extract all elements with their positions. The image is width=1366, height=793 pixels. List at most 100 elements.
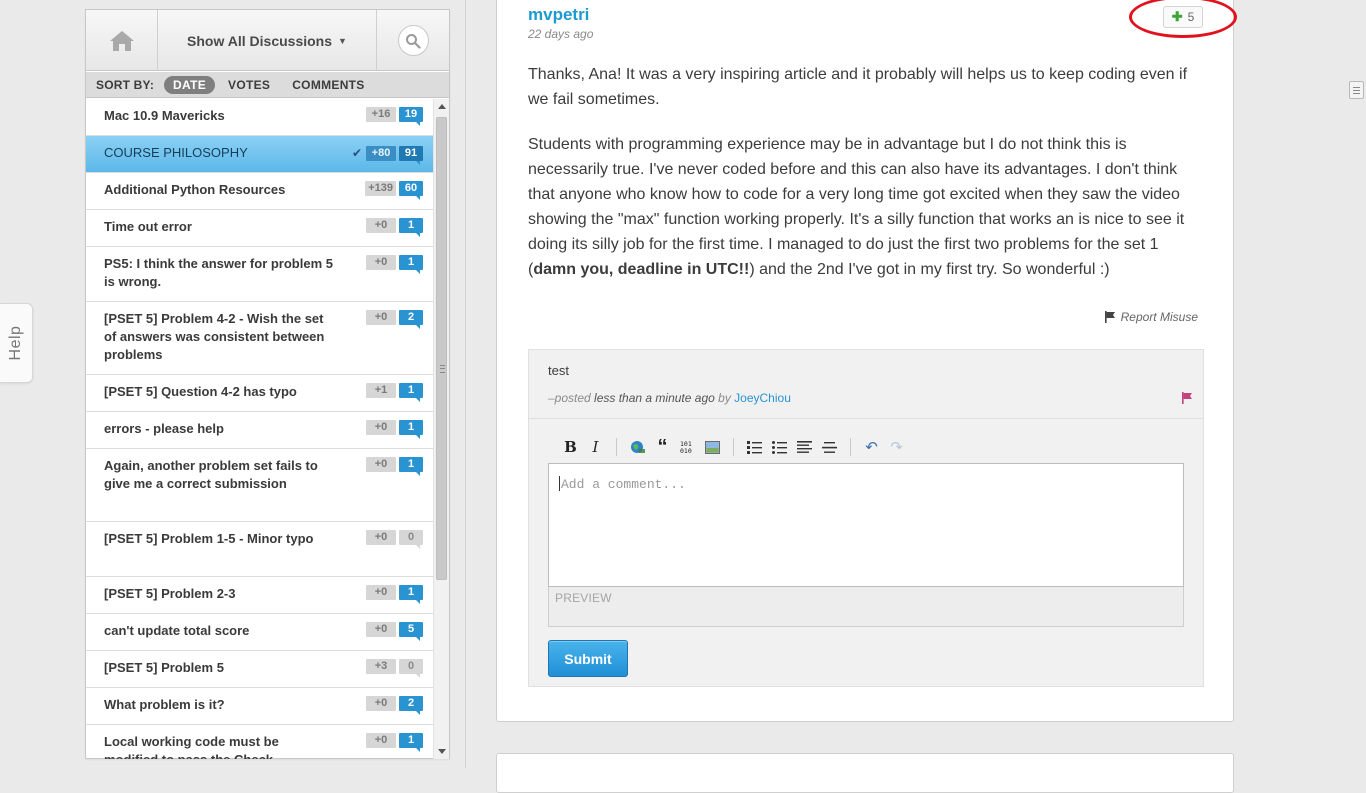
page-scrollbar[interactable]: [1347, 0, 1366, 768]
help-label: Help: [7, 325, 24, 361]
thread-list-item[interactable]: Mac 10.9 Mavericks +16 19: [86, 99, 433, 136]
thread-votes-badge: +16: [366, 107, 396, 122]
comment-author-link[interactable]: JoeyChiou: [734, 391, 791, 405]
thread-title: COURSE PHILOSOPHY: [104, 145, 248, 160]
column-divider: [465, 0, 466, 768]
comment-posted-by: by: [718, 391, 731, 405]
thread-counts: +0 5: [366, 622, 423, 641]
discussion-sidebar: Show All Discussions ▼ SORT BY: DATE VOT…: [85, 9, 450, 759]
blockquote-button[interactable]: “: [650, 437, 675, 457]
toolbar-separator: [733, 438, 734, 456]
thread-votes-badge: +0: [366, 420, 396, 435]
sort-comments-button[interactable]: COMMENTS: [283, 76, 373, 94]
caret-down-icon: ▼: [338, 35, 347, 46]
heading-button[interactable]: [792, 437, 817, 457]
post-card: mvpetri 22 days ago ✚ 5 Thanks, Ana! It …: [496, 0, 1237, 722]
thread-list-item[interactable]: [PSET 5] Problem 2-3 +0 1: [86, 577, 433, 614]
link-button[interactable]: [625, 437, 650, 457]
search-icon: [406, 33, 421, 49]
thread-title: Additional Python Resources: [104, 182, 286, 197]
thread-counts: +0 1: [366, 420, 423, 439]
thread-comments-badge: 1: [399, 420, 423, 439]
thread-list-item[interactable]: Additional Python Resources +139 60: [86, 173, 433, 210]
thread-list-item[interactable]: can't update total score +0 5: [86, 614, 433, 651]
thread-counts: +0 1: [366, 218, 423, 237]
thread-list-item[interactable]: [PSET 5] Problem 4-2 - Wish the set of a…: [86, 302, 433, 375]
search-circle: [397, 25, 429, 56]
thread-list-item[interactable]: [PSET 5] Problem 1-5 - Minor typo +0 0: [86, 522, 433, 577]
numbered-list-icon: [747, 440, 762, 454]
thread-comments-badge: 1: [399, 383, 423, 402]
undo-button[interactable]: ↶: [859, 437, 884, 457]
image-button[interactable]: [700, 437, 725, 457]
post-paragraph-1: Thanks, Ana! It was a very inspiring art…: [528, 66, 1188, 108]
thread-list-item[interactable]: [PSET 5] Problem 5 +3 0: [86, 651, 433, 688]
sort-label: SORT BY:: [96, 77, 155, 92]
thread-title: Local working code must be modified to p…: [104, 734, 279, 759]
submit-button[interactable]: Submit: [548, 640, 628, 677]
flag-icon: [1182, 392, 1192, 404]
thread-list-item[interactable]: errors - please help +0 1: [86, 412, 433, 449]
home-icon: [109, 30, 134, 51]
thread-list-item[interactable]: What problem is it? +0 2: [86, 688, 433, 725]
horizontal-rule-button[interactable]: [817, 437, 842, 457]
sort-date-button[interactable]: DATE: [164, 75, 216, 94]
show-all-label: Show All Discussions: [187, 32, 333, 49]
thread-comments-badge: 91: [399, 145, 423, 165]
thread-comments-badge: 2: [399, 696, 423, 715]
thread-list-item[interactable]: COURSE PHILOSOPHY ✔ +80 91: [86, 136, 433, 173]
thread-comments-badge: 1: [399, 733, 423, 752]
search-button[interactable]: [377, 10, 449, 71]
thread-votes-badge: +139: [365, 181, 396, 196]
thread-votes-badge: +0: [366, 530, 396, 545]
thread-counts: +0 1: [366, 255, 423, 274]
report-misuse-label: Report Misuse: [1120, 310, 1198, 324]
show-all-discussions-dropdown[interactable]: Show All Discussions ▼: [158, 10, 377, 71]
thread-comments-badge: 5: [399, 622, 423, 641]
thread-votes-badge: +0: [366, 733, 396, 748]
help-tab[interactable]: Help: [0, 303, 33, 383]
sidebar-scroll-thumb[interactable]: [436, 117, 447, 580]
bulleted-list-button[interactable]: [767, 437, 792, 457]
post-paragraph-2: Students with programming experience may…: [528, 136, 1185, 278]
thread-counts: +3 0: [366, 659, 423, 678]
post-body: Thanks, Ana! It was a very inspiring art…: [528, 62, 1204, 302]
bold-button[interactable]: B: [558, 437, 583, 457]
undo-icon: ↶: [865, 439, 878, 456]
scroll-up-arrow-icon[interactable]: [438, 104, 446, 109]
post-bold-text: damn you, deadline in UTC!!: [533, 261, 750, 278]
comment-text: test: [548, 363, 569, 378]
thread-list-item[interactable]: [PSET 5] Question 4-2 has typo +1 1: [86, 375, 433, 412]
home-button[interactable]: [86, 10, 158, 71]
post-author[interactable]: mvpetri: [528, 5, 589, 25]
thread-votes-badge: +0: [366, 218, 396, 233]
italic-button[interactable]: I: [583, 437, 608, 457]
thread-comments-badge: 1: [399, 457, 423, 476]
thread-votes-badge: +0: [366, 457, 396, 472]
thread-comments-badge: 60: [399, 181, 423, 200]
comment-posted-when: less than a minute ago: [594, 391, 715, 405]
numbered-list-button[interactable]: [742, 437, 767, 457]
comment-input[interactable]: Add a comment...: [548, 463, 1184, 587]
thread-comments-badge: 1: [399, 585, 423, 604]
thread-list-item[interactable]: Local working code must be modified to p…: [86, 725, 433, 759]
comment-flag-button[interactable]: [1181, 391, 1193, 409]
thread-comments-badge: 0: [399, 530, 423, 549]
thread-counts: +139 60: [365, 181, 423, 200]
comment-section: test –posted less than a minute ago by J…: [528, 349, 1204, 687]
code-button[interactable]: 101 010: [675, 437, 700, 457]
thread-votes-badge: +0: [366, 255, 396, 270]
page-scroll-thumb[interactable]: [1349, 81, 1364, 99]
thread-list-item[interactable]: PS5: I think the answer for problem 5 is…: [86, 247, 433, 302]
report-misuse-link[interactable]: Report Misuse: [1104, 310, 1198, 324]
thread-counts: +0 2: [366, 696, 423, 715]
sort-votes-button[interactable]: VOTES: [219, 76, 279, 94]
thread-list-item[interactable]: Again, another problem set fails to give…: [86, 449, 433, 522]
redo-button[interactable]: ↷: [884, 437, 909, 457]
scroll-down-arrow-icon[interactable]: [438, 749, 446, 754]
sidebar-scrollbar[interactable]: [433, 99, 449, 759]
thread-votes-badge: +0: [366, 585, 396, 600]
thread-votes-badge: +3: [366, 659, 396, 674]
horizontal-rule-icon: [822, 441, 837, 453]
thread-list-item[interactable]: Time out error +0 1: [86, 210, 433, 247]
